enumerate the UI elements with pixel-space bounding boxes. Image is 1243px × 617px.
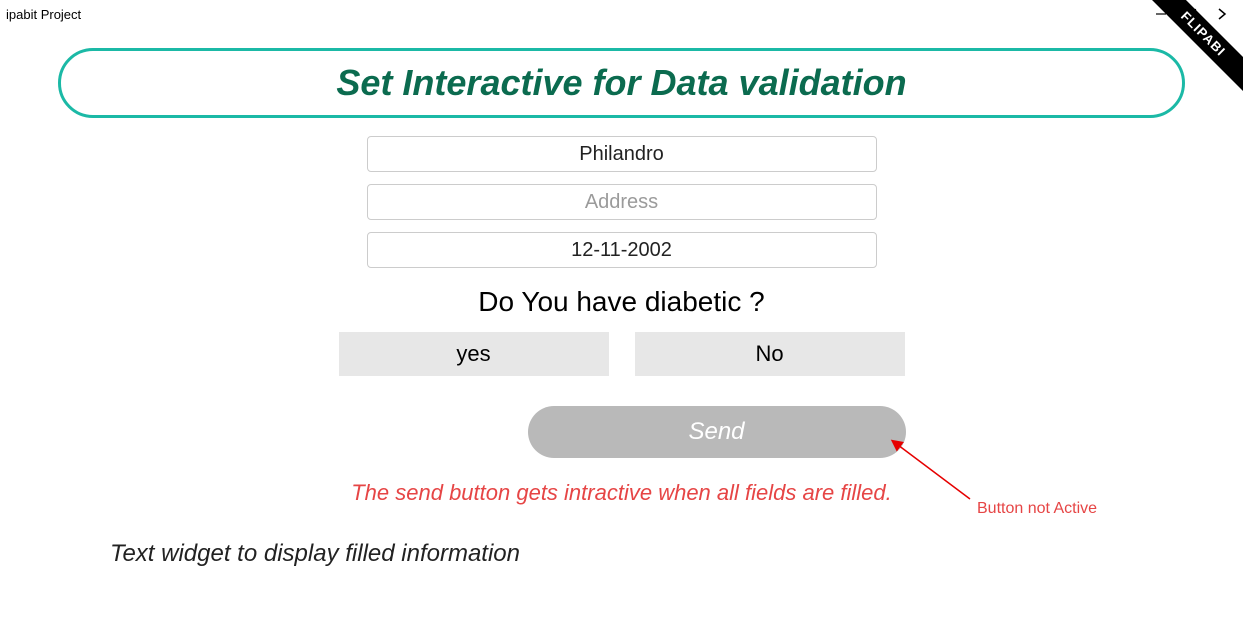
next-icon[interactable]: [1215, 7, 1229, 21]
date-input[interactable]: [367, 232, 877, 268]
hint-text: The send button gets intractive when all…: [351, 480, 892, 506]
yes-no-row: yes No: [339, 332, 905, 376]
address-input[interactable]: [367, 184, 877, 220]
arrow-annotation-label: Button not Active: [977, 500, 1097, 518]
question-label: Do You have diabetic ?: [478, 286, 764, 318]
no-button[interactable]: No: [635, 332, 905, 376]
name-input[interactable]: [367, 136, 877, 172]
page-heading-banner: Set Interactive for Data validation: [58, 48, 1185, 118]
yes-button[interactable]: yes: [339, 332, 609, 376]
page-title: Set Interactive for Data validation: [336, 62, 906, 104]
window-controls: [1155, 7, 1237, 21]
send-button[interactable]: Send: [528, 406, 906, 458]
window-title: ipabit Project: [6, 7, 81, 22]
maximize-icon[interactable]: [1185, 8, 1197, 20]
minimize-icon[interactable]: [1155, 8, 1167, 20]
display-widget-label: Text widget to display filled informatio…: [110, 540, 520, 568]
window-titlebar: ipabit Project: [0, 0, 1243, 28]
form-area: Do You have diabetic ? yes No Send The s…: [0, 136, 1243, 506]
